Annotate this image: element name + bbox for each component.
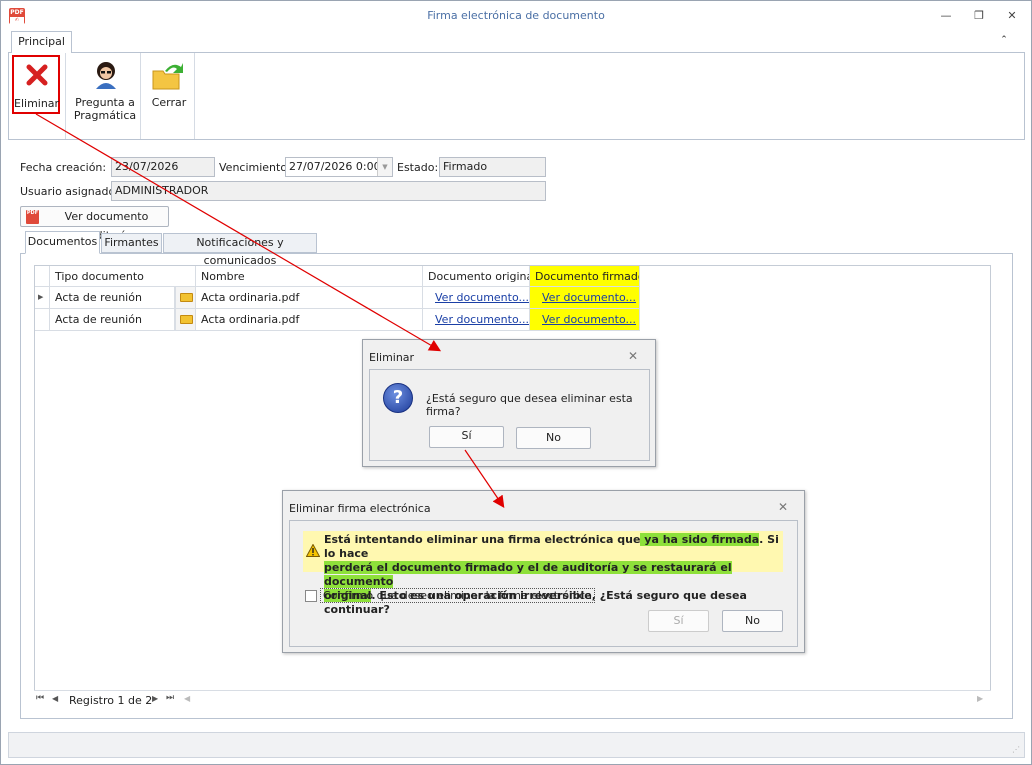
ribbon-collapse-icon[interactable]: ⌃ bbox=[997, 35, 1011, 49]
scroll-left-icon[interactable]: ◀ bbox=[184, 694, 190, 703]
row-indicator-header bbox=[35, 266, 50, 287]
tab-principal[interactable]: Principal bbox=[11, 31, 72, 53]
tab-documentos[interactable]: Documentos bbox=[25, 231, 100, 254]
warning-line1-a: Está intentando eliminar una firma elect… bbox=[324, 533, 641, 546]
tab-firmantes[interactable]: Firmantes bbox=[101, 233, 162, 253]
ver-documento-auditoria-button[interactable]: PDF Ver documento auditoría bbox=[20, 206, 169, 242]
row-indicator bbox=[35, 309, 50, 331]
estado-field[interactable]: Firmado bbox=[439, 157, 546, 177]
first-page-icon[interactable]: ⏮ bbox=[36, 693, 44, 703]
confirm-checkbox-label[interactable]: Confirmo que deseo eliminar la firma ele… bbox=[320, 588, 595, 603]
yes-button-disabled[interactable]: Sí bbox=[648, 610, 709, 632]
vencimiento-dropdown[interactable]: 27/07/2026 0:00 ▼ bbox=[285, 157, 393, 177]
column-header-firmado[interactable]: Documento firmado bbox=[530, 266, 640, 287]
ver-documento-firmado-link[interactable]: Ver documento... bbox=[542, 291, 636, 304]
chevron-down-icon[interactable]: ▼ bbox=[377, 158, 392, 176]
folder-close-icon bbox=[152, 63, 183, 90]
status-bar: ⋰ bbox=[8, 732, 1025, 758]
folder-icon[interactable] bbox=[175, 287, 196, 309]
eliminar-label: Eliminar bbox=[14, 97, 60, 110]
column-header-original[interactable]: Documento original bbox=[423, 266, 530, 287]
ribbon-separator bbox=[194, 53, 195, 139]
no-button[interactable]: No bbox=[516, 427, 591, 449]
cerrar-button[interactable]: Cerrar bbox=[143, 53, 195, 139]
warning-dialog-title: Eliminar firma electrónica bbox=[289, 502, 431, 515]
main-window: PDF ✍ Firma electrónica de documento — ❐ … bbox=[0, 0, 1032, 765]
table-cell-nombre[interactable]: Acta ordinaria.pdf bbox=[196, 309, 423, 331]
usuario-asignado-field[interactable]: ADMINISTRADOR bbox=[111, 181, 546, 201]
tab-notificaciones[interactable]: Notificaciones y comunicados bbox=[163, 233, 317, 267]
usuario-asignado-label: Usuario asignado: bbox=[20, 185, 119, 198]
eliminar-button[interactable]: Eliminar bbox=[12, 55, 60, 114]
pregunta-pragmatica-label: Pregunta a Pragmática bbox=[73, 96, 137, 122]
previous-page-icon[interactable]: ◀ bbox=[52, 694, 58, 703]
pregunta-pragmatica-button[interactable]: Pregunta a Pragmática bbox=[69, 53, 141, 139]
column-header-tipo[interactable]: Tipo documento bbox=[50, 266, 196, 287]
table-cell-nombre[interactable]: Acta ordinaria.pdf bbox=[196, 287, 423, 309]
ver-documento-firmado-link[interactable]: Ver documento... bbox=[542, 313, 636, 326]
confirm-dialog-title: Eliminar bbox=[369, 351, 415, 364]
table-cell-firmado[interactable]: Ver documento... bbox=[530, 309, 640, 331]
resize-grip-icon[interactable]: ⋰ bbox=[1012, 745, 1020, 754]
table-cell-tipo[interactable]: Acta de reunión bbox=[50, 309, 175, 331]
close-icon[interactable]: ✕ bbox=[628, 349, 638, 363]
fecha-creacion-field[interactable]: 23/07/2026 bbox=[111, 157, 215, 177]
fecha-creacion-label: Fecha creación: bbox=[20, 161, 107, 174]
warning-line1-highlight: ya ha sido firmada bbox=[640, 533, 760, 546]
pager-status: Registro 1 de 2 bbox=[69, 694, 153, 707]
vencimiento-value: 27/07/2026 0:00 bbox=[289, 160, 381, 173]
confirm-message: ¿Está seguro que desea eliminar esta fir… bbox=[426, 392, 633, 418]
restore-icon[interactable]: ❐ bbox=[970, 7, 988, 25]
cerrar-label: Cerrar bbox=[151, 96, 187, 109]
estado-label: Estado: bbox=[397, 161, 439, 174]
yes-button[interactable]: Sí bbox=[429, 426, 504, 448]
pdf-icon: PDF bbox=[26, 210, 39, 224]
column-header-nombre[interactable]: Nombre bbox=[196, 266, 423, 287]
window-title: Firma electrónica de documento bbox=[427, 9, 605, 22]
last-page-icon[interactable]: ⏭ bbox=[166, 693, 174, 703]
ver-documento-original-link[interactable]: Ver documento... bbox=[435, 291, 529, 304]
table-cell-original[interactable]: Ver documento... bbox=[423, 309, 530, 331]
warning-line2-highlight: perderá el documento firmado y el de aud… bbox=[324, 561, 732, 588]
minimize-icon[interactable]: — bbox=[937, 7, 955, 25]
warning-triangle-icon bbox=[306, 544, 320, 557]
assistant-avatar-icon bbox=[96, 62, 116, 89]
row-indicator-icon: ▶ bbox=[35, 287, 50, 309]
grid-pager: ⏮ ◀ Registro 1 de 2 ▶ ⏭ ◀ ▶ bbox=[34, 690, 991, 709]
folder-icon[interactable] bbox=[175, 309, 196, 331]
ver-documento-original-link[interactable]: Ver documento... bbox=[435, 313, 529, 326]
table-cell-tipo[interactable]: Acta de reunión bbox=[50, 287, 175, 309]
scroll-right-icon[interactable]: ▶ bbox=[977, 694, 983, 703]
vencimiento-label: Vencimiento: bbox=[219, 161, 291, 174]
next-page-icon[interactable]: ▶ bbox=[152, 694, 158, 703]
delete-x-icon bbox=[26, 64, 48, 86]
close-icon[interactable]: ✕ bbox=[778, 500, 788, 514]
confirm-dialog-body: ? ¿Está seguro que desea eliminar esta f… bbox=[369, 369, 650, 461]
confirm-checkbox[interactable] bbox=[305, 590, 317, 602]
warning-dialog: Eliminar firma electrónica ✕ Está intent… bbox=[282, 490, 805, 653]
table-cell-firmado[interactable]: Ver documento... bbox=[530, 287, 640, 309]
warning-dialog-body: Está intentando eliminar una firma elect… bbox=[289, 520, 798, 647]
question-icon: ? bbox=[383, 383, 413, 413]
title-bar: PDF ✍ Firma electrónica de documento — ❐ … bbox=[1, 1, 1031, 31]
ribbon-separator bbox=[140, 53, 141, 139]
confirm-dialog: Eliminar ✕ ? ¿Está seguro que desea elim… bbox=[362, 339, 656, 467]
close-icon[interactable]: ✕ bbox=[1003, 7, 1021, 25]
table-cell-original[interactable]: Ver documento... bbox=[423, 287, 530, 309]
ribbon: Eliminar Pregunta a Pragmática Cerrar bbox=[8, 52, 1025, 140]
no-button[interactable]: No bbox=[722, 610, 783, 632]
warning-message: Está intentando eliminar una firma elect… bbox=[324, 533, 782, 617]
ribbon-separator bbox=[65, 53, 66, 139]
